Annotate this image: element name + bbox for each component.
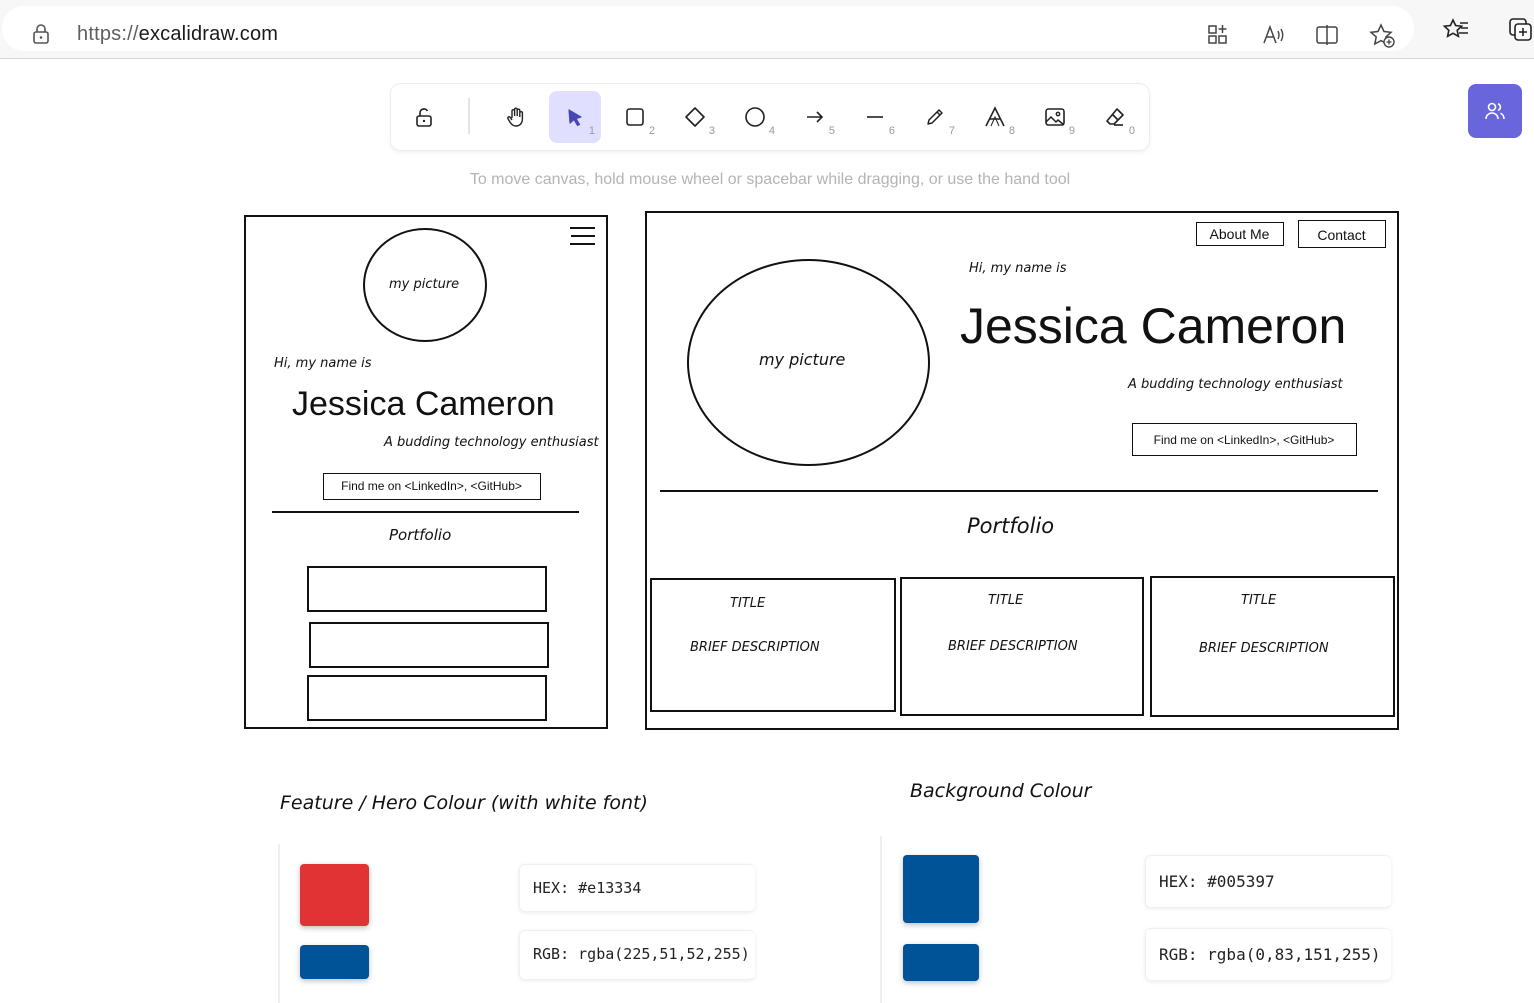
nav-about-label: About Me [1209,226,1270,242]
card-title: TITLE [730,596,766,611]
tool-draw[interactable]: 7 [909,91,961,143]
rectangle-icon [626,108,644,126]
canvas-hint: To move canvas, hold mouse wheel or spac… [469,171,1071,188]
hero-colour-heading: Feature / Hero Colour (with white font) [280,792,648,814]
tool-key: 8 [1008,125,1015,137]
tool-ellipse[interactable]: 4 [729,91,781,143]
browser-bar: https://excalidraw.com [0,0,1534,59]
tool-key: 6 [888,125,895,137]
tool-image[interactable]: 9 [1029,91,1081,143]
app-grid-icon[interactable] [1204,21,1232,49]
mobile-picture-label: my picture [389,277,460,292]
tool-arrow[interactable]: 5 [789,91,841,143]
pencil-icon [927,109,943,125]
url-text[interactable]: https://excalidraw.com [77,23,278,46]
tool-key: 9 [1068,125,1075,137]
add-favorite-icon[interactable] [1368,21,1396,49]
split-screen-icon[interactable] [1313,21,1341,49]
desktop-links-label: Find me on <LinkedIn>, <GitHub> [1153,433,1335,447]
mobile-greeting: Hi, my name is [274,356,372,371]
url-host: excalidraw.com [138,23,279,45]
background-colour-swatch-small[interactable] [903,944,979,981]
desktop-greeting: Hi, my name is [969,261,1067,276]
tool-rectangle[interactable]: 2 [609,91,661,143]
desktop-portfolio-card[interactable]: TITLE BRIEF DESCRIPTION [650,578,896,712]
background-rgb-value[interactable]: RGB: rgba(0,83,151,255) [1145,928,1391,981]
tool-key: 1 [588,125,595,137]
toolbar-divider [468,98,470,134]
background-colour-swatch-large[interactable] [903,855,979,923]
tool-key: 3 [708,125,715,137]
tool-key: 4 [768,125,775,137]
pointer-icon [568,109,582,127]
lock-icon[interactable] [32,24,50,44]
mobile-links-button[interactable]: Find me on <LinkedIn>, <GitHub> [323,473,541,500]
tool-hand[interactable] [490,91,542,143]
mobile-divider [272,511,579,513]
address-bar[interactable]: https://excalidraw.com [2,6,1414,51]
tool-key: 7 [948,125,955,137]
tool-diamond[interactable]: 3 [669,91,721,143]
mobile-links-label: Find me on <LinkedIn>, <GitHub> [341,479,522,493]
mobile-name: Jessica Cameron [292,385,555,423]
line-icon [867,116,883,118]
desktop-portfolio-card[interactable]: TITLE BRIEF DESCRIPTION [1150,576,1395,717]
card-description: BRIEF DESCRIPTION [1199,641,1329,656]
eraser-icon [1106,108,1124,126]
mobile-portfolio-card[interactable] [307,566,547,612]
card-description: BRIEF DESCRIPTION [690,640,820,655]
tool-text[interactable]: 8 [969,91,1021,143]
tool-key: 2 [648,125,655,137]
hamburger-menu-icon[interactable] [569,226,597,246]
desktop-divider [660,490,1378,492]
tool-key: 0 [1128,125,1135,137]
unlock-icon [416,108,432,127]
background-colour-heading: Background Colour [910,780,1092,802]
url-protocol: https:// [77,23,139,45]
read-aloud-icon[interactable] [1259,21,1287,49]
image-icon [1045,108,1065,126]
tool-bar: 1 2 3 4 5 6 7 8 9 0 [391,84,1149,150]
tool-eraser[interactable]: 0 [1089,91,1141,143]
nav-contact-button[interactable]: Contact [1298,220,1386,248]
favorites-icon[interactable] [1442,15,1470,43]
users-icon [1485,102,1505,120]
diamond-icon [685,107,705,127]
mobile-portfolio-heading: Portfolio [389,526,452,544]
card-title: TITLE [1241,593,1277,608]
mobile-portfolio-card[interactable] [307,675,547,721]
tool-line[interactable]: 6 [849,91,901,143]
text-icon [985,106,1005,127]
background-hex-value[interactable]: HEX: #005397 [1145,855,1391,908]
palette-panel-edge [880,836,882,1003]
background-colour-swatch[interactable] [300,945,369,979]
hero-hex-value[interactable]: HEX: #e13334 [519,864,755,912]
palette-panel-edge [278,844,280,1003]
mobile-portfolio-card[interactable] [309,622,549,668]
desktop-name: Jessica Cameron [960,298,1347,354]
desktop-tagline: A budding technology enthusiast [1128,377,1343,392]
hand-icon [507,107,524,127]
desktop-picture-label: my picture [759,350,846,369]
collaborate-button[interactable] [1468,84,1522,138]
desktop-portfolio-heading: Portfolio [967,514,1055,538]
collections-icon[interactable] [1506,15,1534,43]
card-title: TITLE [988,593,1024,608]
desktop-portfolio-card[interactable]: TITLE BRIEF DESCRIPTION [900,577,1144,716]
tool-lock[interactable] [398,91,450,143]
tool-key: 5 [828,125,835,137]
ellipse-icon [745,107,765,127]
card-description: BRIEF DESCRIPTION [948,639,1078,654]
arrow-icon [807,111,824,123]
hero-rgb-value[interactable]: RGB: rgba(225,51,52,255) [519,930,755,980]
desktop-links-button[interactable]: Find me on <LinkedIn>, <GitHub> [1132,423,1357,456]
tool-selection[interactable]: 1 [549,91,601,143]
nav-about-button[interactable]: About Me [1196,222,1284,246]
hero-colour-swatch[interactable] [300,864,369,926]
mobile-tagline: A budding technology enthusiast [384,435,599,450]
nav-contact-label: Contact [1317,227,1366,243]
